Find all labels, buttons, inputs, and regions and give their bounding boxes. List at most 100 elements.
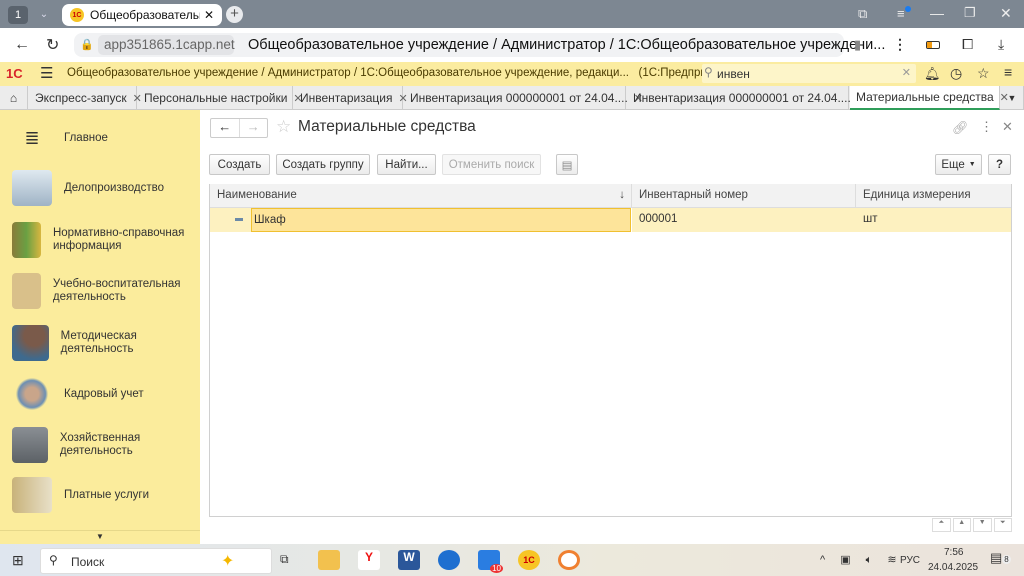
close-icon[interactable]: ✕	[204, 8, 214, 22]
task-view-icon[interactable]: ⧉	[280, 552, 289, 567]
main-menu-icon[interactable]: ☰	[40, 64, 53, 82]
restore-icon[interactable]: ❐	[964, 5, 976, 21]
search-input[interactable]: ⚲ инвен ✕	[702, 64, 916, 83]
date[interactable]: 24.04.2025	[928, 562, 978, 573]
windows-start-icon[interactable]: ⊞	[12, 552, 24, 569]
file-explorer-icon[interactable]	[318, 550, 340, 570]
list-icon: ≣	[24, 128, 40, 148]
1c-taskbar-icon[interactable]: 1С	[518, 550, 540, 570]
sidebar-item-main[interactable]: ≣ Главное	[0, 120, 200, 156]
tab-inventory-doc-2[interactable]: Инвентаризация 000000001 от 24.04....✕	[627, 86, 866, 110]
bookmark-icon[interactable]: ▮	[854, 37, 861, 53]
staff-icon	[12, 376, 52, 412]
documents-icon	[12, 170, 52, 206]
sidebar-item-education[interactable]: Учебно-воспитательная деятельность	[0, 273, 200, 309]
forward-button[interactable]: →	[238, 119, 268, 137]
item-icon	[235, 218, 243, 221]
history-icon[interactable]: ◷	[950, 65, 962, 82]
new-tab-button[interactable]: +	[226, 6, 243, 23]
column-header-name[interactable]: Наименование ↓	[210, 184, 632, 208]
more-actions-icon[interactable]: ⋮	[980, 119, 993, 135]
extensions-icon[interactable]: ⧠	[962, 36, 973, 53]
app-icon[interactable]	[438, 550, 460, 570]
tab-material-assets[interactable]: Материальные средства ✕	[850, 86, 1009, 110]
url-host[interactable]: app351865.1capp.net	[98, 35, 235, 55]
create-button[interactable]: Создать	[209, 154, 270, 175]
scroll-up-button[interactable]: ▲	[952, 518, 971, 532]
star-icon[interactable]: ☆	[977, 65, 990, 82]
clear-icon[interactable]: ✕	[902, 66, 911, 79]
home-tab[interactable]: ⌂	[0, 86, 28, 110]
reload-icon[interactable]: ↻	[46, 35, 59, 55]
close-form-icon[interactable]: ✕	[1002, 119, 1013, 135]
cell-name[interactable]: Шкаф	[251, 208, 631, 232]
more-icon[interactable]: ⋮	[893, 36, 907, 53]
list-settings-button[interactable]: ▤	[556, 154, 578, 175]
sidebar-item-records[interactable]: Делопроизводство	[0, 170, 200, 206]
page-title: Общеобразовательное учреждение / Админис…	[248, 37, 886, 53]
column-header-inventory-number[interactable]: Инвентарный номер	[632, 184, 856, 208]
table	[209, 184, 1012, 517]
tabs-dropdown[interactable]: ▼	[1001, 86, 1024, 110]
1c-logo: 1С	[6, 66, 23, 81]
sidebar-item-hr[interactable]: Кадровый учет	[0, 376, 200, 412]
time[interactable]: 7:56	[944, 547, 963, 558]
sort-arrow-icon: ↓	[619, 189, 625, 201]
chevron-down-icon[interactable]: ⌄	[34, 5, 54, 25]
sidebar-item-paid-services[interactable]: Платные услуги	[0, 477, 200, 513]
column-header-unit[interactable]: Единица измерения	[856, 184, 1011, 208]
back-icon[interactable]: ←	[14, 36, 30, 54]
sidebar-item-methodical[interactable]: Методическая деятельность	[0, 325, 200, 361]
sidebar-scroll-down[interactable]: ▼	[0, 530, 200, 544]
cell-unit[interactable]: шт	[856, 208, 1011, 232]
nav-buttons: ← →	[210, 118, 268, 138]
browser-tab-title: Общеобразовательное учреждение	[90, 8, 200, 22]
download-icon[interactable]: ⤓	[998, 36, 1004, 53]
taskbar-search[interactable]: ⚲ Поиск ✦	[40, 548, 272, 574]
settings-menu-icon[interactable]: ≡	[1004, 64, 1012, 80]
cell-inventory-number[interactable]: 000001	[632, 208, 856, 232]
menu-icon[interactable]: ≡	[897, 6, 911, 21]
home-icon: ⌂	[9, 91, 18, 105]
tab-inventory[interactable]: Инвентаризация ✕	[294, 86, 408, 110]
table-scroll-buttons: ⏶ ▲ ▼ ⏷	[932, 518, 1012, 532]
create-group-button[interactable]: Создать группу	[276, 154, 370, 175]
people-icon	[12, 325, 49, 361]
more-button[interactable]: Еще ▼	[935, 154, 982, 175]
search-value: инвен	[717, 67, 750, 81]
tab-express[interactable]: Экспресс-запуск ✕	[29, 86, 142, 110]
list-icon: ▤	[561, 159, 573, 172]
vpn-icon[interactable]	[558, 550, 580, 570]
tab-personal-settings[interactable]: Персональные настройки ✕	[138, 86, 303, 110]
link-icon[interactable]: 🔗︎	[952, 120, 969, 136]
battery-icon[interactable]	[926, 41, 940, 49]
search-icon: ⚲	[704, 65, 713, 79]
scroll-top-button[interactable]: ⏶	[932, 518, 951, 532]
bookmarks-icon[interactable]: ⧉	[858, 6, 867, 22]
toolbox-icon	[12, 427, 48, 463]
row-marker[interactable]	[210, 208, 252, 232]
notifications-icon[interactable]: ▤ 8	[990, 550, 1011, 566]
back-button[interactable]: ←	[211, 119, 239, 137]
close-window-icon[interactable]: ✕	[1000, 5, 1012, 22]
sidebar-item-household[interactable]: Хозяйственная деятельность	[0, 427, 200, 463]
tab-count-button[interactable]: 1	[8, 6, 28, 24]
browser-tab[interactable]: 1С Общеобразовательное учреждение ✕	[62, 4, 222, 26]
messenger-icon[interactable]: 10	[478, 550, 503, 573]
cancel-search-button[interactable]: Отменить поиск	[442, 154, 541, 175]
bell-icon[interactable]: 🔔︎	[924, 66, 941, 82]
scroll-bottom-button[interactable]: ⏷	[993, 518, 1012, 532]
help-button[interactable]: ?	[988, 154, 1011, 175]
folders-icon	[12, 222, 41, 258]
folder-icon	[12, 273, 41, 309]
tray-icons[interactable]: ^ ▣ 🔈︎ ≋	[820, 553, 903, 567]
minimize-icon[interactable]: —	[930, 5, 944, 21]
tab-inventory-doc-1[interactable]: Инвентаризация 000000001 от 24.04.... ✕	[404, 86, 643, 110]
word-icon[interactable]: W	[398, 550, 420, 570]
find-button[interactable]: Найти...	[377, 154, 436, 175]
favorite-star-icon[interactable]: ☆	[276, 117, 291, 137]
language-indicator[interactable]: РУС	[900, 555, 920, 566]
scroll-down-button[interactable]: ▼	[973, 518, 992, 532]
yandex-browser-icon[interactable]: Y	[358, 550, 380, 570]
sidebar-item-reference[interactable]: Нормативно-справочная информация	[0, 222, 200, 258]
